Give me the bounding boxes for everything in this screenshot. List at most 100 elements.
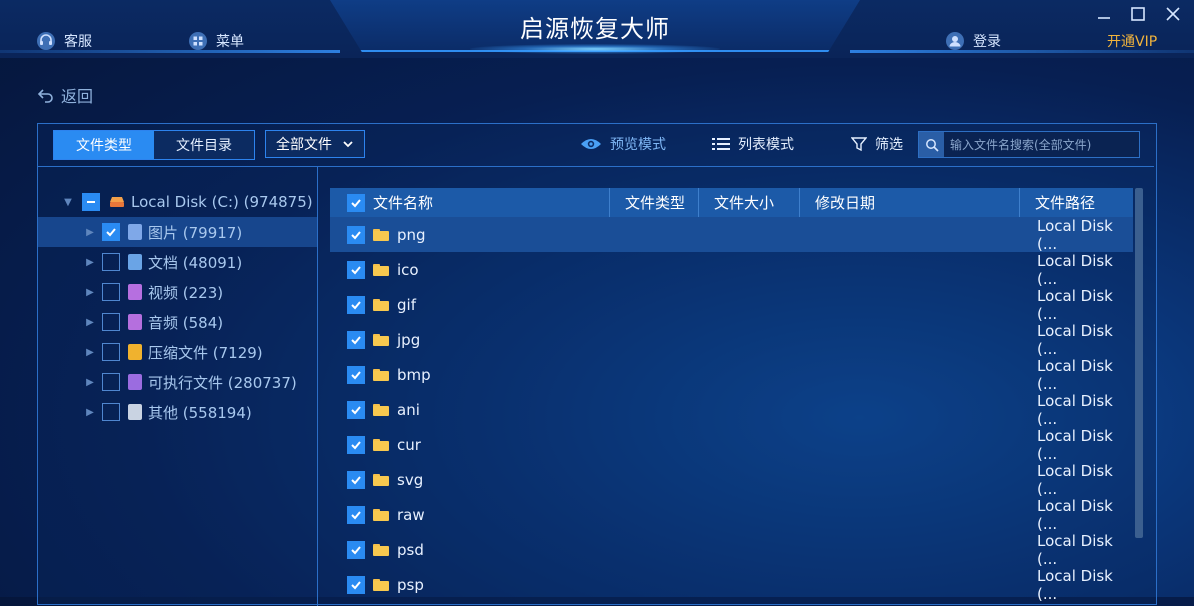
tree-item[interactable]: ▶ 文档 (48091): [38, 247, 317, 277]
minimize-button[interactable]: [1092, 4, 1116, 24]
table-row[interactable]: bmp Local Disk (...: [330, 357, 1133, 393]
row-checkbox[interactable]: [347, 435, 365, 454]
table-row[interactable]: raw Local Disk (...: [330, 496, 1133, 533]
expand-triangle-icon[interactable]: ▶: [84, 337, 96, 367]
table-row[interactable]: gif Local Disk (...: [330, 287, 1133, 323]
expand-triangle-icon[interactable]: ▶: [84, 247, 96, 277]
tree-item-label: 可执行文件 (280737): [148, 373, 297, 392]
login-button[interactable]: 登录: [945, 28, 1001, 54]
file-filter-select[interactable]: 全部文件: [265, 130, 365, 158]
file-filter-value: 全部文件: [276, 137, 332, 153]
column-header-type[interactable]: 文件类型: [610, 188, 699, 217]
row-checkbox[interactable]: [347, 470, 365, 489]
checkmark-icon: [351, 230, 361, 239]
table-row[interactable]: png Local Disk (...: [330, 216, 1133, 253]
vip-upgrade-button[interactable]: 开通VIP: [1107, 28, 1157, 54]
tree-item[interactable]: ▶ 压缩文件 (7129): [38, 337, 317, 367]
tree-item-label: 视频 (223): [148, 283, 224, 302]
row-checkbox[interactable]: [347, 225, 365, 244]
folder-icon: [373, 543, 389, 556]
row-checkbox[interactable]: [347, 575, 365, 594]
row-file-name: bmp: [397, 365, 431, 384]
row-file-name: ico: [397, 260, 419, 279]
other-file-icon: [128, 404, 142, 420]
tree-item-checkbox[interactable]: [102, 373, 120, 391]
row-checkbox[interactable]: [347, 540, 365, 559]
expand-triangle-icon[interactable]: ▶: [84, 307, 96, 337]
tree-item-label: 其他 (558194): [148, 403, 252, 422]
checkmark-icon: [351, 580, 361, 589]
table-row[interactable]: cur Local Disk (...: [330, 427, 1133, 463]
video-file-icon: [128, 284, 142, 300]
tree-root-local-disk[interactable]: ▼ Local Disk (C:) (974875): [38, 187, 317, 217]
column-header-size[interactable]: 文件大小: [699, 188, 800, 217]
folder-icon: [373, 263, 389, 276]
menu-button[interactable]: 菜单: [188, 28, 244, 54]
executable-file-icon: [128, 374, 142, 390]
expand-triangle-icon[interactable]: ▶: [84, 367, 96, 397]
column-header-modified-date[interactable]: 修改日期: [800, 188, 1020, 217]
tree-item[interactable]: ▶ 音频 (584): [38, 307, 317, 337]
folder-icon: [373, 333, 389, 346]
row-file-path: Local Disk (...: [1037, 216, 1113, 253]
table-row[interactable]: ico Local Disk (...: [330, 252, 1133, 288]
expand-triangle-icon[interactable]: ▶: [84, 217, 96, 247]
audio-file-icon: [128, 314, 142, 330]
list-mode-button[interactable]: 列表模式: [712, 133, 794, 155]
maximize-button[interactable]: [1126, 4, 1150, 24]
partial-check-icon: [87, 201, 95, 203]
row-checkbox[interactable]: [347, 330, 365, 349]
tree-item[interactable]: ▶ 图片 (79917): [38, 217, 317, 247]
tree-item-checkbox[interactable]: [102, 253, 120, 271]
table-row[interactable]: ani Local Disk (...: [330, 392, 1133, 428]
row-file-name: cur: [397, 435, 421, 454]
tree-divider: [317, 166, 318, 606]
menu-label: 菜单: [216, 34, 244, 50]
row-checkbox[interactable]: [347, 260, 365, 279]
tree-root-checkbox[interactable]: [82, 193, 100, 211]
row-checkbox[interactable]: [347, 295, 365, 314]
tree-item-checkbox[interactable]: [102, 283, 120, 301]
tree-item-checkbox[interactable]: [102, 223, 120, 241]
chevron-down-icon: [343, 141, 353, 148]
folder-icon: [373, 368, 389, 381]
row-checkbox[interactable]: [347, 365, 365, 384]
select-all-checkbox[interactable]: [347, 193, 365, 212]
folder-icon: [373, 228, 389, 241]
checkmark-icon: [351, 405, 361, 414]
back-button[interactable]: 返回: [37, 83, 93, 107]
search-input[interactable]: [944, 136, 1139, 153]
eye-icon: [581, 139, 601, 149]
tree-item-checkbox[interactable]: [102, 403, 120, 421]
table-row[interactable]: psd Local Disk (...: [330, 532, 1133, 568]
collapse-triangle-icon[interactable]: ▼: [62, 187, 74, 217]
tree-item-checkbox[interactable]: [102, 343, 120, 361]
tab-file-directory[interactable]: 文件目录: [154, 131, 254, 159]
close-button[interactable]: [1161, 4, 1185, 24]
close-icon: [1166, 7, 1180, 21]
tree-item[interactable]: ▶ 其他 (558194): [38, 397, 317, 427]
table-row[interactable]: jpg Local Disk (...: [330, 322, 1133, 358]
row-file-name: gif: [397, 295, 416, 314]
tab-file-type[interactable]: 文件类型: [54, 131, 154, 159]
column-header-name[interactable]: 文件名称: [330, 188, 610, 217]
folder-icon: [373, 403, 389, 416]
checkmark-icon: [351, 370, 361, 379]
table-row[interactable]: svg Local Disk (...: [330, 462, 1133, 498]
filter-button[interactable]: 筛选: [851, 133, 903, 155]
row-checkbox[interactable]: [347, 400, 365, 419]
table-scrollbar[interactable]: [1135, 188, 1143, 538]
row-checkbox[interactable]: [347, 505, 365, 524]
tree-item-checkbox[interactable]: [102, 313, 120, 331]
expand-triangle-icon[interactable]: ▶: [84, 277, 96, 307]
column-header-path[interactable]: 文件路径: [1020, 188, 1133, 217]
preview-mode-button[interactable]: 预览模式: [580, 133, 666, 155]
filter-label: 筛选: [875, 137, 903, 153]
tree-item[interactable]: ▶ 视频 (223): [38, 277, 317, 307]
customer-service-button[interactable]: 客服: [36, 28, 92, 54]
search-icon[interactable]: [919, 132, 944, 157]
customer-service-label: 客服: [64, 34, 92, 50]
tree-item[interactable]: ▶ 可执行文件 (280737): [38, 367, 317, 397]
row-file-path: Local Disk (...: [1037, 496, 1113, 533]
expand-triangle-icon[interactable]: ▶: [84, 397, 96, 427]
